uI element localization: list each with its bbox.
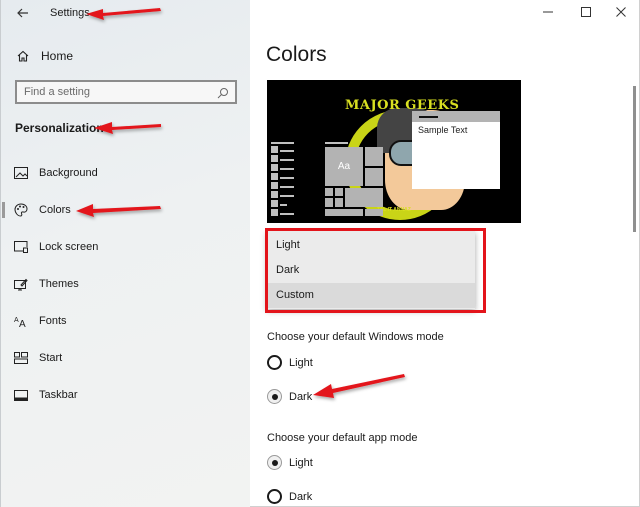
sidebar-item-fonts[interactable]: AA Fonts xyxy=(1,306,249,336)
minimize-button[interactable] xyxy=(536,4,560,20)
windows-mode-dark-radio[interactable]: Dark xyxy=(267,389,312,404)
main-content: Colors MAJOR GEEKS TAL IT ANNAZ Aa Sampl… xyxy=(250,0,640,507)
app-title: Settings xyxy=(50,7,90,19)
search-input[interactable] xyxy=(17,86,207,98)
search-icon[interactable] xyxy=(217,86,229,99)
close-button[interactable] xyxy=(609,4,633,20)
scrollbar[interactable] xyxy=(633,86,636,232)
svg-text:A: A xyxy=(19,319,26,328)
minimize-icon xyxy=(543,11,553,13)
radio-label: Dark xyxy=(289,390,313,403)
sidebar-item-label: Background xyxy=(39,167,98,179)
radio-circle-checked xyxy=(267,389,282,404)
sidebar-item-label: Start xyxy=(39,352,63,364)
themes-icon xyxy=(14,277,28,291)
sidebar-item-start[interactable]: Start xyxy=(1,343,249,373)
dropdown-option-custom[interactable]: Custom xyxy=(267,283,475,308)
color-preview: MAJOR GEEKS TAL IT ANNAZ Aa Sample Text xyxy=(267,80,521,223)
sidebar-item-label: Fonts xyxy=(39,315,67,327)
back-arrow-icon xyxy=(17,8,28,18)
taskbar-icon xyxy=(14,388,28,402)
radio-circle-checked xyxy=(267,455,282,470)
maximize-button[interactable] xyxy=(574,4,598,20)
sidebar-item-label: Taskbar xyxy=(39,389,78,401)
radio-label: Light xyxy=(289,456,313,469)
selection-indicator xyxy=(2,202,5,218)
preview-window-titlebar xyxy=(412,111,500,122)
dropdown-option-light[interactable]: Light xyxy=(267,233,475,258)
sidebar-item-themes[interactable]: Themes xyxy=(1,269,249,299)
app-mode-label: Choose your default app mode xyxy=(267,432,418,444)
sidebar-item-label: Themes xyxy=(39,278,79,290)
app-mode-dark-radio[interactable]: Dark xyxy=(267,489,312,504)
app-mode-light-radio[interactable]: Light xyxy=(267,455,313,470)
search-box[interactable] xyxy=(15,80,237,104)
sidebar-item-label: Lock screen xyxy=(39,241,99,253)
sidebar: Settings Home Personalization Background… xyxy=(0,0,250,507)
picture-icon xyxy=(14,166,28,180)
fonts-icon: AA xyxy=(14,314,28,328)
section-title: Personalization xyxy=(15,121,104,135)
sidebar-item-background[interactable]: Background xyxy=(1,158,249,188)
palette-icon xyxy=(14,203,28,217)
maximize-icon xyxy=(581,7,591,17)
home-icon xyxy=(15,48,31,64)
home-label: Home xyxy=(41,49,74,63)
page-title: Colors xyxy=(266,43,327,66)
radio-circle xyxy=(267,355,282,370)
back-button[interactable] xyxy=(13,4,33,22)
preview-sample-text: Sample Text xyxy=(418,125,468,135)
radio-circle xyxy=(267,489,282,504)
sidebar-item-lock-screen[interactable]: Lock screen xyxy=(1,232,249,262)
radio-label: Dark xyxy=(289,490,313,503)
lock-screen-icon xyxy=(14,240,28,254)
sidebar-item-taskbar[interactable]: Taskbar xyxy=(1,380,249,410)
home-link[interactable]: Home xyxy=(15,48,73,64)
preview-window: Sample Text xyxy=(412,111,500,189)
preview-tile-text: Aa xyxy=(325,147,363,186)
windows-mode-label: Choose your default Windows mode xyxy=(267,331,444,343)
color-mode-dropdown[interactable]: Light Dark Custom xyxy=(267,231,475,309)
radio-label: Light xyxy=(289,356,313,369)
sidebar-item-label: Colors xyxy=(39,204,71,216)
sidebar-item-colors[interactable]: Colors xyxy=(1,195,249,225)
close-icon xyxy=(616,7,626,17)
dropdown-option-dark[interactable]: Dark xyxy=(267,258,475,283)
start-icon xyxy=(14,351,28,365)
windows-mode-light-radio[interactable]: Light xyxy=(267,355,313,370)
